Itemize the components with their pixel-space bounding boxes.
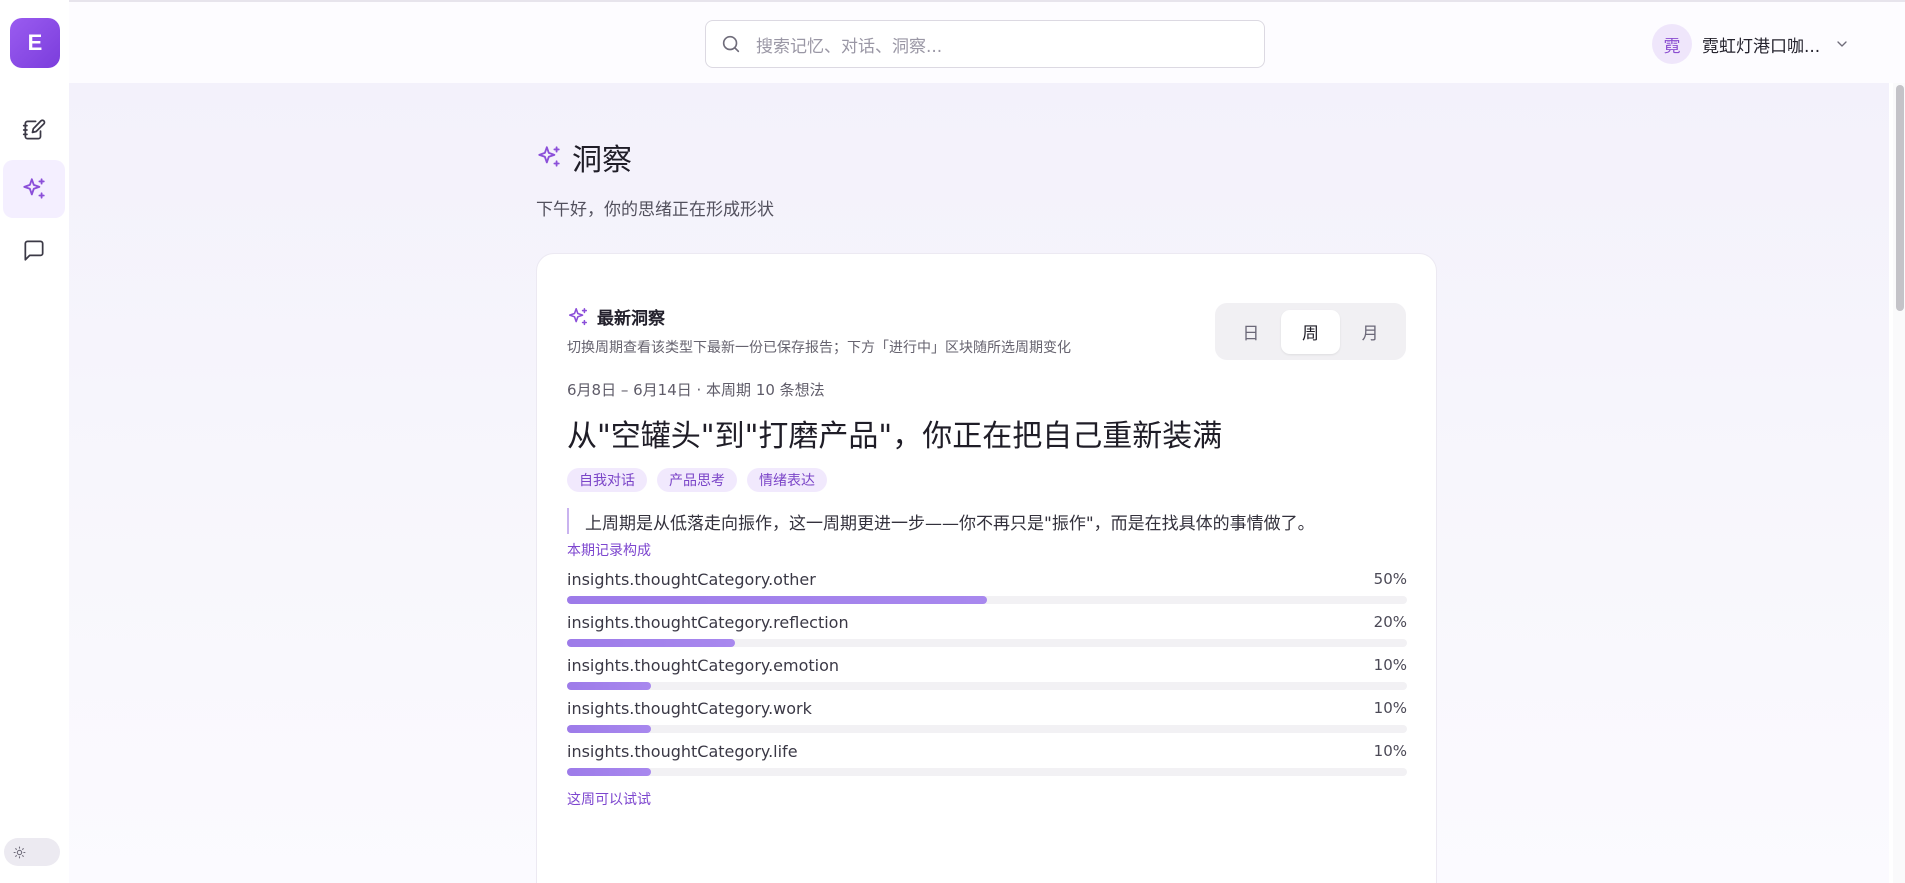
period-option-day[interactable]: 日	[1221, 310, 1281, 354]
period-option-month[interactable]: 月	[1340, 310, 1400, 354]
composition-row-percent: 20%	[1373, 613, 1407, 631]
message-square-icon	[24, 240, 44, 261]
progress-fill	[567, 639, 735, 647]
period-switcher: 日 周 月	[1215, 303, 1406, 360]
nav-chat[interactable]	[3, 221, 65, 279]
latest-insight-card: 最新洞察 切换周期查看该类型下最新一份已保存报告；下方「进行中」区块随所选周期变…	[536, 253, 1437, 883]
app-logo[interactable]: E	[10, 18, 60, 68]
progress-fill	[567, 768, 651, 776]
progress-fill	[567, 682, 651, 690]
nav-journal[interactable]	[3, 101, 65, 159]
page-header: 洞察 下午好，你的思绪正在形成形状	[536, 135, 774, 220]
composition-row-label: insights.thoughtCategory.life	[567, 742, 798, 761]
progress-fill	[567, 596, 987, 604]
progress-track	[567, 596, 1407, 604]
search-placeholder: 搜索记忆、对话、洞察...	[756, 36, 943, 57]
composition-row-label: insights.thoughtCategory.work	[567, 699, 812, 718]
nav-insights[interactable]	[3, 160, 65, 218]
user-menu[interactable]: 霓 霓虹灯港口咖...	[1652, 24, 1850, 64]
try-this-week-label: 这周可以试试	[567, 792, 651, 808]
composition-row-percent: 10%	[1373, 699, 1407, 717]
avatar: 霓	[1652, 24, 1692, 64]
period-option-week[interactable]: 周	[1280, 309, 1341, 354]
page-title: 洞察	[536, 135, 774, 179]
sun-icon	[12, 845, 26, 859]
progress-track	[567, 768, 1407, 776]
composition-row-label: insights.thoughtCategory.emotion	[567, 656, 840, 675]
composition-row: insights.thoughtCategory.other 50%	[567, 570, 1407, 613]
insight-headline: 从"空罐头"到"打磨产品"，你正在把自己重新装满	[567, 419, 1223, 454]
period-range: 6月8日 – 6月14日 · 本周期 10 条想法	[567, 381, 825, 399]
theme-toggle[interactable]	[4, 838, 60, 866]
composition-row-percent: 10%	[1373, 656, 1407, 674]
scrollbar-thumb[interactable]	[1896, 85, 1904, 311]
card-title-text: 最新洞察	[597, 309, 665, 329]
composition-bars: insights.thoughtCategory.other 50% insight…	[567, 570, 1407, 785]
search-icon	[722, 35, 740, 53]
sidebar: E	[0, 0, 69, 883]
composition-row-label: insights.thoughtCategory.other	[567, 570, 816, 589]
tag[interactable]: 情绪表达	[747, 468, 827, 492]
chevron-down-icon	[1837, 41, 1847, 47]
card-title: 最新洞察	[567, 304, 1071, 329]
user-name: 霓虹灯港口咖...	[1702, 36, 1821, 57]
composition-row-percent: 50%	[1373, 570, 1407, 588]
sparkles-icon	[538, 146, 560, 167]
main-content: 洞察 下午好，你的思绪正在形成形状 最新洞察 切换周期查看该类型下最新一份已保存…	[69, 83, 1889, 883]
composition-row: insights.thoughtCategory.reflection 20%	[567, 613, 1407, 656]
card-header: 最新洞察 切换周期查看该类型下最新一份已保存报告；下方「进行中」区块随所选周期变…	[567, 304, 1071, 357]
search-input[interactable]: 搜索记忆、对话、洞察...	[705, 20, 1265, 68]
page-title-text: 洞察	[572, 143, 632, 178]
composition-row-label: insights.thoughtCategory.reflection	[567, 613, 849, 632]
sparkles-icon	[568, 307, 588, 325]
progress-fill	[567, 725, 651, 733]
composition-label: 本期记录构成	[567, 543, 651, 559]
page-subtitle: 下午好，你的思绪正在形成形状	[536, 200, 774, 220]
sparkles-icon	[23, 178, 45, 199]
tag[interactable]: 产品思考	[657, 468, 737, 492]
progress-track	[567, 639, 1407, 647]
progress-track	[567, 682, 1407, 690]
top-bar: 搜索记忆、对话、洞察... 霓 霓虹灯港口咖...	[69, 0, 1905, 83]
composition-row: insights.thoughtCategory.emotion 10%	[567, 656, 1407, 699]
progress-track	[567, 725, 1407, 733]
card-description: 切换周期查看该类型下最新一份已保存报告；下方「进行中」区块随所选周期变化	[567, 340, 1071, 356]
composition-row-percent: 10%	[1373, 742, 1407, 760]
insight-quote: 上周期是从低落走向振作，这一周期更进一步——你不再只是"振作"，而是在找具体的事…	[567, 508, 1315, 534]
composition-row: insights.thoughtCategory.life 10%	[567, 742, 1407, 785]
notebook-pen-icon	[22, 119, 46, 140]
tag[interactable]: 自我对话	[567, 468, 647, 492]
tag-list: 自我对话 产品思考 情绪表达	[567, 468, 827, 492]
composition-row: insights.thoughtCategory.work 10%	[567, 699, 1407, 742]
scrollbar[interactable]	[1893, 83, 1905, 883]
